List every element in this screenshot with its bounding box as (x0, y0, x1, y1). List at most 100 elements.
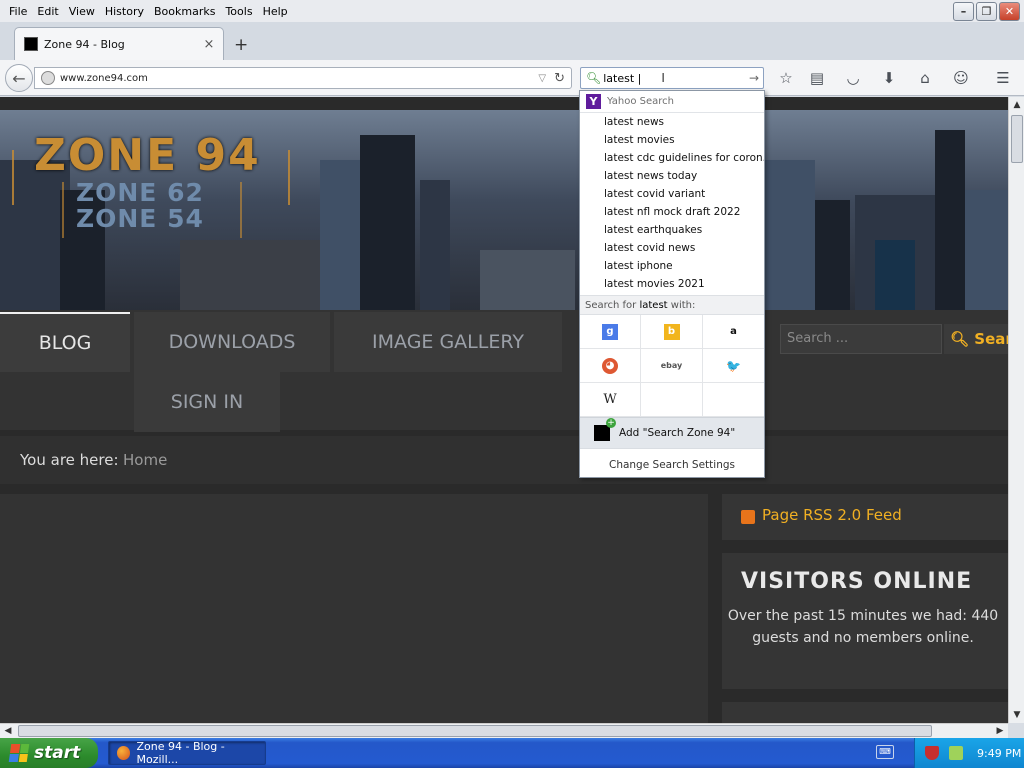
reading-list-icon[interactable]: ▤ (806, 68, 828, 88)
add-search-engine-item[interactable]: Add "Search Zone 94" (580, 417, 764, 448)
suggestion-item[interactable]: latest covid variant (580, 185, 764, 203)
suggestion-item[interactable]: latest nfl mock draft 2022 (580, 203, 764, 221)
start-button[interactable]: start (0, 738, 98, 768)
menu-help[interactable]: Help (258, 5, 293, 18)
keyboard-icon[interactable]: ⌨ (876, 745, 894, 759)
nav-downloads[interactable]: DOWNLOADS (134, 312, 330, 372)
taskbar-item-firefox[interactable]: Zone 94 - Blog - Mozill... (108, 740, 266, 766)
search-go-icon[interactable]: → (749, 71, 759, 85)
google-icon: g (602, 323, 618, 340)
menu-file[interactable]: File (4, 5, 32, 18)
scroll-left-icon[interactable]: ◀ (0, 724, 16, 738)
rss-feed-module[interactable]: Page RSS 2.0 Feed (722, 494, 1008, 540)
rss-icon (741, 510, 755, 524)
engine-wikipedia-button[interactable]: W (580, 383, 641, 417)
breadcrumb-home-link[interactable]: Home (123, 451, 167, 469)
home-icon[interactable]: ⌂ (914, 68, 936, 88)
suggestion-item[interactable]: latest cdc guidelines for coron... (580, 149, 764, 167)
menu-bookmarks[interactable]: Bookmarks (149, 5, 220, 18)
hamburger-menu-icon[interactable]: ☰ (992, 68, 1014, 88)
text-cursor-icon: I (661, 71, 665, 85)
menu-view[interactable]: View (64, 5, 100, 18)
visitors-title: VISITORS ONLINE (741, 569, 973, 594)
minimize-button[interactable]: – (953, 2, 974, 21)
hello-chat-icon[interactable]: ☺ (950, 68, 972, 88)
site-main-nav: BLOG DOWNLOADS IMAGE GALLERY SIGN IN Sea… (0, 310, 1008, 432)
one-off-engines-grid: g b a ◕ ebay 🐦 W (580, 315, 764, 417)
nav-image-gallery[interactable]: IMAGE GALLERY (334, 312, 562, 372)
navigation-toolbar: ← www.zone94.com ▽ ↻ 🔍︎ latest | I → ☆ ▤… (0, 60, 1024, 96)
back-button[interactable]: ← (5, 64, 33, 92)
rss-feed-link[interactable]: Page RSS 2.0 Feed (762, 506, 902, 524)
pocket-icon[interactable]: ◡ (842, 68, 864, 88)
back-arrow-icon: ← (12, 68, 26, 88)
breadcrumb: You are here: Home (0, 436, 1008, 484)
nav-blog[interactable]: BLOG (0, 312, 130, 372)
visitors-online-module: VISITORS ONLINE Over the past 15 minutes… (722, 553, 1008, 689)
site-banner: ZONE 94 ZONE 62 ZONE 54 (0, 110, 1008, 310)
search-suggestions-popup: Y Yahoo Search latest news latest movies… (579, 90, 765, 478)
engine-duckduckgo-button[interactable]: ◕ (580, 349, 641, 383)
new-tab-button[interactable]: + (234, 35, 248, 55)
engine-bing-button[interactable]: b (641, 315, 703, 349)
menu-tools[interactable]: Tools (220, 5, 257, 18)
suggestion-item[interactable]: latest news (580, 113, 764, 131)
engine-empty-cell (703, 383, 764, 417)
horizontal-scroll-thumb[interactable] (18, 725, 932, 737)
close-window-button[interactable]: ✕ (999, 2, 1020, 21)
site-search-input[interactable]: Search ... (780, 324, 942, 354)
suggestion-item[interactable]: latest earthquakes (580, 221, 764, 239)
menu-edit[interactable]: Edit (32, 5, 63, 18)
windows-taskbar: start Zone 94 - Blog - Mozill... ⌨ 9:49 … (0, 738, 1024, 768)
restore-button[interactable]: ❐ (976, 2, 997, 21)
scroll-up-icon[interactable]: ▲ (1009, 97, 1024, 113)
history-dropdown-icon[interactable]: ▽ (538, 73, 546, 84)
search-input[interactable]: 🔍︎ latest | I → (580, 67, 764, 89)
security-shield-icon[interactable] (925, 746, 939, 760)
bookmark-star-icon[interactable]: ☆ (775, 68, 797, 88)
downloads-icon[interactable]: ⬇ (878, 68, 900, 88)
suggestion-engine-header: Y Yahoo Search (580, 91, 764, 113)
suggestion-item[interactable]: latest news today (580, 167, 764, 185)
search-for-term: latest (639, 300, 668, 311)
close-tab-icon[interactable]: × (201, 37, 217, 52)
network-icon[interactable] (949, 746, 963, 760)
site-logo[interactable]: ZONE 94 ZONE 62 ZONE 54 (12, 130, 292, 250)
vertical-scrollbar[interactable]: ▲ ▼ (1008, 97, 1024, 723)
engine-twitter-button[interactable]: 🐦 (703, 349, 764, 383)
system-tray: 9:49 PM (914, 738, 1024, 768)
duckduckgo-icon: ◕ (602, 357, 618, 374)
engine-ebay-button[interactable]: ebay (641, 349, 703, 383)
tab-zone94-blog[interactable]: Zone 94 - Blog × (14, 27, 224, 60)
reload-icon[interactable]: ↻ (554, 71, 565, 86)
web-content: ZONE 94 ZONE 62 ZONE 54 BLOG DOWNLOADS I… (0, 97, 1008, 723)
scroll-right-icon[interactable]: ▶ (992, 724, 1008, 738)
suggestion-item[interactable]: latest movies 2021 (580, 275, 764, 293)
scroll-down-icon[interactable]: ▼ (1009, 707, 1024, 723)
suggestion-item[interactable]: latest covid news (580, 239, 764, 257)
sidebar-module-bottom (722, 702, 1008, 723)
logo-title: ZONE 94 (34, 130, 261, 181)
twitter-icon: 🐦 (726, 358, 741, 373)
logo-subtitle-1: ZONE 62 (76, 178, 204, 207)
engine-amazon-button[interactable]: a (703, 315, 764, 349)
visitors-body: Over the past 15 minutes we had: 440 gue… (727, 608, 999, 646)
menu-history[interactable]: History (100, 5, 149, 18)
menu-bar: File Edit View History Bookmarks Tools H… (0, 0, 1024, 22)
breadcrumb-label: You are here: (20, 451, 119, 469)
url-bar[interactable]: www.zone94.com ▽ ↻ (34, 67, 572, 89)
horizontal-scrollbar[interactable]: ◀ ▶ (0, 723, 1008, 738)
search-for-suffix: with: (670, 300, 696, 311)
search-input-text: latest | (603, 71, 642, 85)
search-for-prefix: Search for (585, 300, 637, 311)
taskbar-item-label: Zone 94 - Blog - Mozill... (136, 740, 225, 766)
site-search-button[interactable]: 🔍︎ Search (944, 324, 1008, 354)
bing-icon: b (663, 323, 680, 340)
magnifier-icon: 🔍︎ (950, 330, 970, 348)
engine-google-button[interactable]: g (580, 315, 641, 349)
suggestion-item[interactable]: latest movies (580, 131, 764, 149)
suggestion-item[interactable]: latest iphone (580, 257, 764, 275)
nav-sign-in[interactable]: SIGN IN (134, 372, 280, 432)
change-search-settings-button[interactable]: Change Search Settings (580, 448, 764, 480)
vertical-scroll-thumb[interactable] (1011, 115, 1023, 163)
